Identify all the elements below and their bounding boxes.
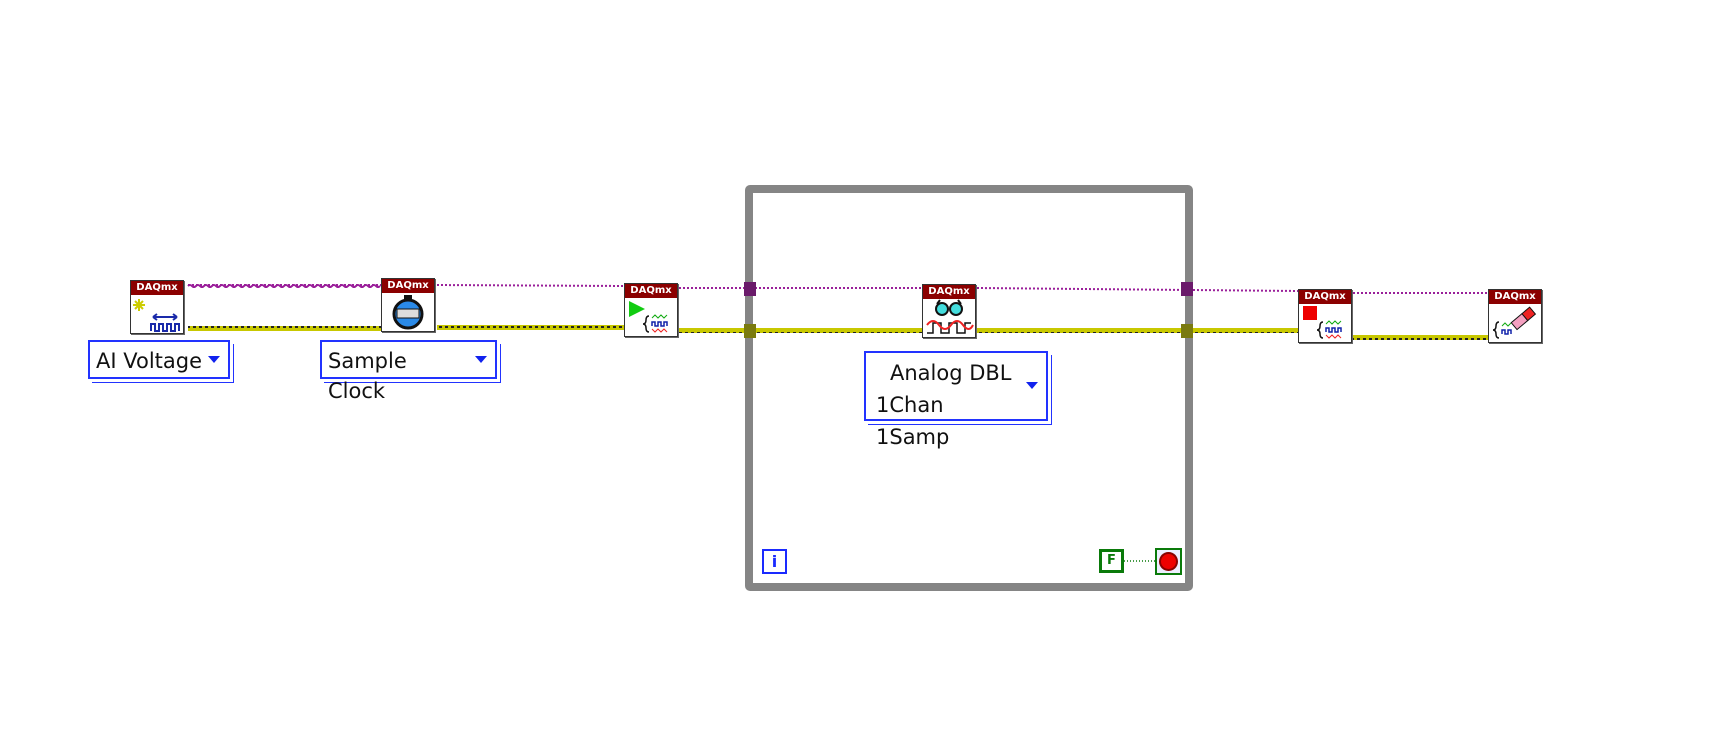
node-header: DAQmx [1489, 290, 1541, 304]
timing-type-selector[interactable]: Sample Clock [320, 340, 497, 403]
daqmx-read-node[interactable]: DAQmx [922, 284, 976, 338]
chevron-down-icon [475, 356, 487, 363]
false-constant[interactable]: F [1099, 549, 1124, 573]
stop-icon [1161, 554, 1176, 569]
daqmx-stop-task-node[interactable]: DAQmx [1298, 289, 1352, 343]
sample-clock-icon [392, 295, 424, 330]
read-type-selector[interactable]: Analog DBL 1Chan 1Samp [864, 351, 1048, 449]
node-header: DAQmx [1299, 290, 1351, 304]
channel-type-value: AI Voltage [96, 349, 203, 373]
error-tunnel-in[interactable] [744, 324, 756, 338]
iteration-terminal: i [762, 549, 787, 574]
task-tunnel-out[interactable] [1181, 282, 1193, 296]
loop-condition-stop-terminal[interactable] [1155, 548, 1182, 575]
node-header: DAQmx [131, 281, 183, 295]
node-header: DAQmx [382, 279, 434, 293]
daqmx-start-task-node[interactable]: DAQmx [624, 283, 678, 337]
channel-type-selector[interactable]: AI Voltage [88, 340, 230, 379]
start-task-icon [629, 301, 668, 333]
error-tunnel-out[interactable] [1181, 324, 1193, 338]
block-diagram: DAQmx AI Voltage DAQmx Sample Clock DAQm… [0, 0, 1723, 740]
daqmx-create-channel-node[interactable]: DAQmx [130, 280, 184, 334]
chevron-down-icon [208, 356, 220, 363]
read-type-line1: Analog DBL [890, 361, 1012, 385]
node-header: DAQmx [923, 285, 975, 299]
read-type-line2: 1Chan 1Samp [876, 393, 950, 449]
create-channel-icon [133, 299, 180, 332]
chevron-down-icon [1026, 382, 1038, 389]
daqmx-clear-task-node[interactable]: DAQmx [1488, 289, 1542, 343]
clear-task-eraser-icon [1492, 306, 1537, 339]
read-glasses-icon [926, 299, 974, 334]
stop-task-icon [1303, 306, 1342, 339]
daqmx-timing-node[interactable]: DAQmx [381, 278, 435, 332]
node-header: DAQmx [625, 284, 677, 298]
task-tunnel-in[interactable] [744, 282, 756, 296]
